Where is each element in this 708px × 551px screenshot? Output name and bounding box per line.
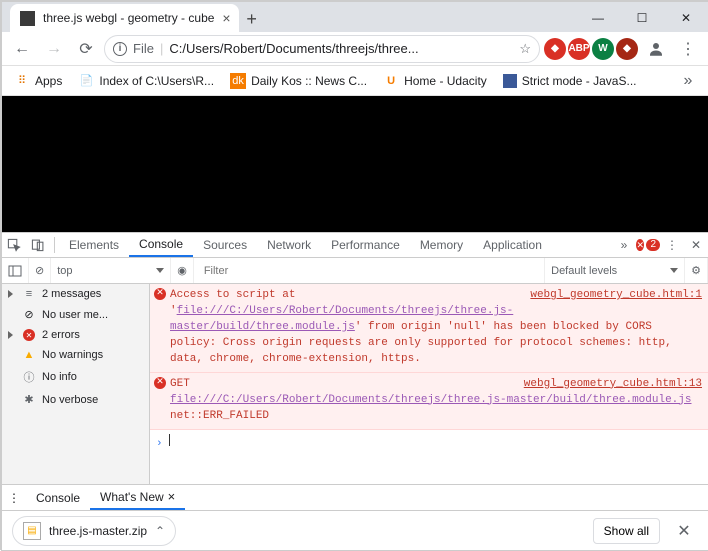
sidebar-errors[interactable]: ✕2 errors — [2, 325, 149, 345]
message-source-link[interactable]: webgl_geometry_cube.html:13 — [524, 377, 702, 393]
folder-icon: 📄 — [78, 73, 94, 89]
scheme-label: File — [133, 41, 154, 56]
reload-button[interactable]: ⟳ — [72, 35, 100, 63]
error-icon: ✕ — [154, 288, 166, 300]
sidebar-info[interactable]: ⓘNo info — [2, 365, 149, 389]
console-settings-button[interactable]: ⚙ — [685, 258, 708, 283]
device-toolbar-button[interactable] — [26, 238, 50, 252]
tab-sources[interactable]: Sources — [193, 233, 257, 257]
omnibox[interactable]: i File | C:/Users/Robert/Documents/three… — [104, 35, 540, 63]
ext-shield-icon[interactable]: ◆ — [616, 38, 638, 60]
nouser-icon: ⊘ — [22, 308, 36, 321]
downloads-bar: ▤ three.js-master.zip ⌃ Show all ✕ — [2, 510, 708, 550]
browser-tab[interactable]: three.js webgl - geometry - cube × — [10, 4, 239, 32]
tab-favicon — [20, 11, 35, 26]
address-bar: ← → ⟳ i File | C:/Users/Robert/Documents… — [2, 32, 708, 66]
list-icon: ≡ — [22, 288, 36, 300]
back-button[interactable]: ← — [8, 35, 36, 63]
bookmark-star-icon[interactable]: ☆ — [519, 41, 531, 57]
ext-wot-icon[interactable]: W — [592, 38, 614, 60]
page-viewport — [2, 96, 708, 232]
download-chip[interactable]: ▤ three.js-master.zip ⌃ — [12, 516, 176, 546]
toggle-sidebar-button[interactable] — [2, 258, 29, 283]
filter-input[interactable] — [200, 263, 538, 279]
bookmark-item[interactable]: Strict mode - JavaS... — [497, 72, 643, 90]
tab-title: three.js webgl - geometry - cube — [43, 11, 214, 25]
mdn-icon — [503, 74, 517, 88]
extensions: ◆ ABP W ◆ — [544, 38, 638, 60]
console-messages: ✕ webgl_geometry_cube.html:1 Access to s… — [150, 284, 708, 484]
tab-performance[interactable]: Performance — [321, 233, 410, 257]
devtools: Elements Console Sources Network Perform… — [2, 232, 708, 510]
drawer-menu-button[interactable]: ⋮ — [2, 491, 26, 505]
ext-abp-icon[interactable]: ABP — [568, 38, 590, 60]
show-all-downloads-button[interactable]: Show all — [593, 518, 660, 544]
tabs-overflow-button[interactable]: » — [612, 238, 636, 252]
new-tab-button[interactable]: + — [239, 6, 265, 32]
close-downloads-bar-button[interactable]: ✕ — [670, 517, 698, 545]
console-error-message[interactable]: ✕ webgl_geometry_cube.html:13 GET file:/… — [150, 373, 708, 430]
devtools-close-button[interactable]: ✕ — [684, 238, 708, 252]
close-icon[interactable]: × — [168, 489, 176, 504]
browser-menu-button[interactable]: ⋮ — [674, 35, 702, 63]
profile-button[interactable] — [642, 35, 670, 63]
info-icon: ⓘ — [22, 369, 36, 385]
clear-console-button[interactable]: ⊘ — [29, 258, 51, 283]
log-levels-selector[interactable]: Default levels — [545, 258, 685, 283]
apps-button[interactable]: ⠿Apps — [8, 71, 68, 91]
sidebar-nouser[interactable]: ⊘No user me... — [2, 304, 149, 325]
verbose-icon: ✱ — [22, 393, 36, 406]
minimize-button[interactable]: — — [576, 4, 620, 32]
devtools-menu-button[interactable]: ⋮ — [660, 238, 684, 252]
inspect-element-button[interactable] — [2, 238, 26, 252]
error-icon: ✕ — [22, 329, 36, 341]
devtools-tabstrip: Elements Console Sources Network Perform… — [2, 232, 708, 258]
sidebar-verbose[interactable]: ✱No verbose — [2, 389, 149, 410]
warning-icon: ▲ — [22, 349, 36, 361]
window-controls: — ☐ ✕ — [576, 4, 708, 32]
bookmark-item[interactable]: 📄Index of C:\Users\R... — [72, 71, 220, 91]
console-body: ≡2 messages ⊘No user me... ✕2 errors ▲No… — [2, 284, 708, 484]
apps-icon: ⠿ — [14, 73, 30, 89]
zip-icon: ▤ — [23, 522, 41, 540]
tab-elements[interactable]: Elements — [59, 233, 129, 257]
site-info-icon[interactable]: i — [113, 42, 127, 56]
devtools-drawer: ⋮ Console What's New× — [2, 484, 708, 510]
error-icon: ✕ — [154, 377, 166, 389]
console-sidebar: ≡2 messages ⊘No user me... ✕2 errors ▲No… — [2, 284, 150, 484]
url-text: C:/Users/Robert/Documents/threejs/three.… — [169, 41, 513, 56]
ext-ublock-icon[interactable]: ◆ — [544, 38, 566, 60]
tab-console[interactable]: Console — [129, 233, 193, 257]
tab-close-icon[interactable]: × — [222, 10, 230, 26]
message-source-link[interactable]: webgl_geometry_cube.html:1 — [530, 288, 702, 304]
download-filename: three.js-master.zip — [49, 524, 147, 538]
bookmarks-bar: ⠿Apps 📄Index of C:\Users\R... dkDaily Ko… — [2, 66, 708, 96]
drawer-tab-whatsnew[interactable]: What's New× — [90, 485, 185, 510]
maximize-button[interactable]: ☐ — [620, 4, 664, 32]
tab-application[interactable]: Application — [473, 233, 552, 257]
bookmark-item[interactable]: dkDaily Kos :: News C... — [224, 71, 373, 91]
udacity-icon: U — [383, 73, 399, 89]
titlebar: three.js webgl - geometry - cube × + — ☐… — [2, 2, 708, 32]
live-expression-button[interactable]: ◉ — [171, 258, 194, 283]
forward-button[interactable]: → — [40, 35, 68, 63]
chevron-up-icon[interactable]: ⌃ — [155, 524, 165, 538]
dk-icon: dk — [230, 73, 246, 89]
chevron-down-icon — [670, 268, 678, 273]
tab-network[interactable]: Network — [257, 233, 321, 257]
bookmarks-overflow-button[interactable]: » — [674, 67, 702, 95]
chevron-down-icon — [156, 268, 164, 273]
console-error-message[interactable]: ✕ webgl_geometry_cube.html:1 Access to s… — [150, 284, 708, 373]
drawer-tab-console[interactable]: Console — [26, 485, 90, 510]
tab-memory[interactable]: Memory — [410, 233, 473, 257]
message-link[interactable]: file:///C:/Users/Robert/Documents/threej… — [170, 394, 692, 406]
bookmark-item[interactable]: UHome - Udacity — [377, 71, 493, 91]
context-selector[interactable]: top — [51, 258, 171, 283]
console-toolbar: ⊘ top ◉ Default levels ⚙ — [2, 258, 708, 284]
sidebar-warnings[interactable]: ▲No warnings — [2, 345, 149, 365]
error-indicator[interactable]: ✕2 — [636, 239, 660, 251]
close-window-button[interactable]: ✕ — [664, 4, 708, 32]
sidebar-messages[interactable]: ≡2 messages — [2, 284, 149, 304]
console-prompt[interactable]: › — [150, 430, 708, 454]
